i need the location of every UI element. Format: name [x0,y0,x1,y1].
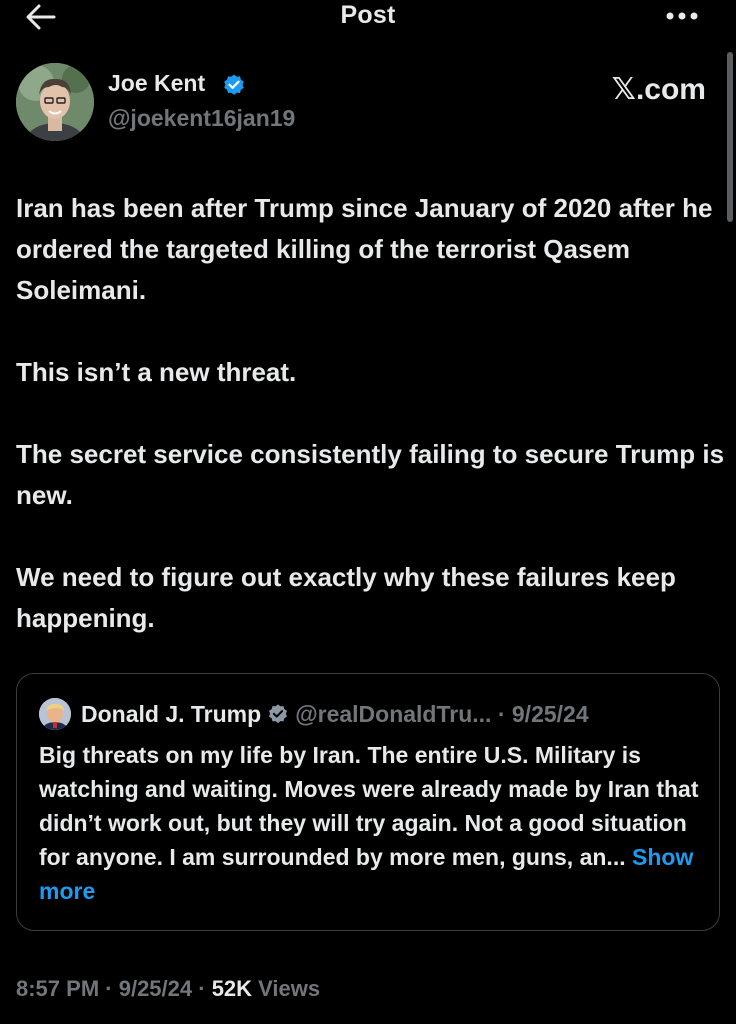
verified-badge-icon [224,74,244,95]
post-paragraph: Iran has been after Trump since January … [16,193,713,305]
post-time[interactable]: 8:57 PM [16,976,99,1001]
more-horizontal-icon [666,12,698,20]
quoted-post-body: Big threats on my life by Iran. The enti… [39,742,699,870]
more-options-button[interactable] [664,4,704,28]
quoted-post-text: Big threats on my life by Iran. The enti… [39,738,699,908]
author-name[interactable]: Joe Kent [108,70,205,97]
separator-dot: · [491,701,512,727]
quoted-post-header: Donald J. Trump @realDonaldTru... · 9/25… [81,700,589,728]
post-paragraph: This isn’t a new threat. [16,357,297,387]
post-paragraph: We need to figure out exactly why these … [16,562,676,633]
verified-badge-icon [269,704,288,724]
views-count: 52K [211,976,253,1001]
separator-dot: · [192,976,212,1001]
quoted-post-card[interactable]: Donald J. Trump @realDonaldTru... · 9/25… [16,673,720,931]
quoted-author-handle: @realDonaldTru... [295,701,492,727]
top-bar: Post [0,0,736,36]
author-avatar[interactable] [16,63,94,141]
post-date[interactable]: 9/25/24 [119,976,192,1001]
avatar-image [16,63,94,141]
author-handle[interactable]: @joekent16jan19 [108,105,295,132]
page-title: Post [340,1,396,29]
post-paragraph: The secret service consistently failing … [16,439,725,510]
avatar-image [39,698,71,730]
post-page: { "header": { "title": "Post", "back_ico… [0,0,736,1024]
separator-dot: · [99,976,119,1001]
views-label: Views [252,976,321,1001]
quoted-author-avatar [39,698,71,730]
post-meta: 8:57 PM · 9/25/24 · 52K Views [16,976,320,1002]
post-text: Iran has been after Trump since January … [16,188,728,639]
quoted-author-name: Donald J. Trump [81,701,262,727]
source-label: 𝕏.com [611,73,706,106]
quoted-post-date: 9/25/24 [511,701,589,727]
